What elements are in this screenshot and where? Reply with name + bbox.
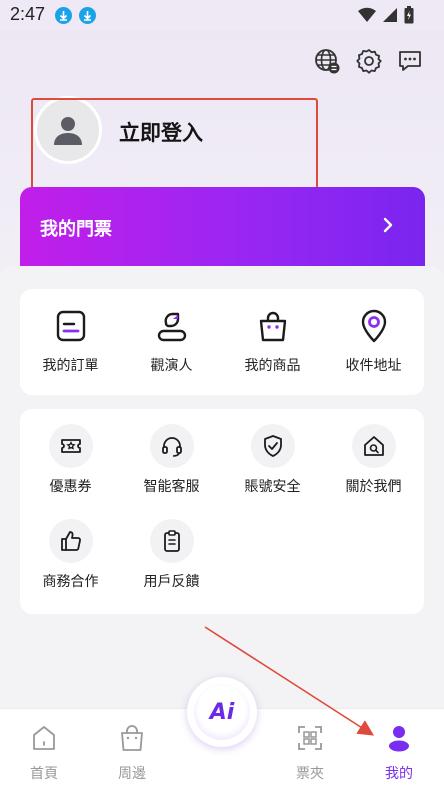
battery-icon	[404, 6, 414, 28]
coupon-icon	[48, 424, 93, 468]
my-orders-button[interactable]: 我的訂單	[20, 309, 121, 375]
about-us-button[interactable]: 關於我們	[323, 424, 424, 496]
quick-actions-card: 我的訂單 觀演人 我的商品 收件地址	[20, 289, 424, 395]
bag-icon	[117, 723, 147, 757]
account-security-button[interactable]: 賬號安全	[222, 424, 323, 496]
home-icon	[29, 723, 59, 757]
shopping-bag-icon	[256, 309, 290, 347]
order-icon	[54, 309, 88, 347]
wifi-icon	[358, 7, 376, 27]
location-pin-icon	[357, 309, 391, 347]
about-us-label: 關於我們	[345, 478, 402, 494]
chevron-right-icon	[381, 217, 395, 237]
language-icon[interactable]	[312, 46, 342, 76]
my-products-button[interactable]: 我的商品	[222, 309, 323, 375]
user-feedback-label: 用戶反饋	[143, 573, 200, 589]
coupon-button[interactable]: 優惠券	[20, 424, 121, 496]
person-icon	[384, 723, 414, 757]
nav-merch-label: 周邊	[118, 765, 146, 781]
thumbs-up-icon	[48, 519, 93, 563]
nav-merch[interactable]: 周邊	[102, 723, 162, 783]
services-card: 優惠券 智能客服 賬號安全 關於我們 商務合作 用戶反饋	[20, 409, 424, 614]
business-cooperation-button[interactable]: 商務合作	[20, 519, 121, 591]
gear-icon[interactable]	[354, 46, 384, 76]
nav-me-label: 我的	[385, 765, 413, 781]
nav-home-label: 首頁	[30, 765, 58, 781]
download-icon	[79, 7, 96, 24]
nav-ticket-wallet[interactable]: 票夾	[280, 723, 340, 783]
account-security-label: 賬號安全	[244, 478, 301, 494]
nav-home[interactable]: 首頁	[14, 723, 74, 783]
coupon-label: 優惠券	[49, 478, 92, 494]
message-icon[interactable]	[395, 46, 425, 76]
signal-icon	[382, 7, 398, 27]
shipping-address-label: 收件地址	[345, 357, 402, 373]
customer-service-button[interactable]: 智能客服	[121, 424, 222, 496]
ai-logo: Ai	[194, 684, 250, 740]
nav-ticket-wallet-label: 票夾	[296, 765, 324, 781]
my-tickets-banner[interactable]: 我的門票	[20, 187, 425, 277]
clipboard-icon	[149, 519, 194, 563]
login-button[interactable]: 立即登入	[119, 117, 203, 147]
audience-button[interactable]: 觀演人	[121, 309, 222, 375]
my-tickets-title: 我的門票	[40, 219, 112, 240]
scan-ticket-icon	[295, 723, 325, 757]
status-bar: 2:47	[0, 0, 444, 30]
home-search-icon	[351, 424, 396, 468]
audience-label: 觀演人	[150, 357, 193, 373]
shield-check-icon	[250, 424, 295, 468]
headset-icon	[149, 424, 194, 468]
nav-me[interactable]: 我的	[369, 723, 429, 783]
business-cooperation-label: 商務合作	[42, 573, 99, 589]
status-time: 2:47	[10, 4, 46, 24]
customer-service-label: 智能客服	[143, 478, 200, 494]
user-feedback-button[interactable]: 用戶反饋	[121, 519, 222, 591]
my-orders-label: 我的訂單	[42, 357, 99, 373]
audience-icon	[155, 309, 189, 347]
ai-assistant-button[interactable]: Ai	[187, 677, 257, 747]
shipping-address-button[interactable]: 收件地址	[323, 309, 424, 375]
avatar[interactable]	[34, 96, 102, 164]
user-icon	[54, 117, 82, 145]
download-icon	[55, 7, 72, 24]
my-products-label: 我的商品	[244, 357, 301, 373]
